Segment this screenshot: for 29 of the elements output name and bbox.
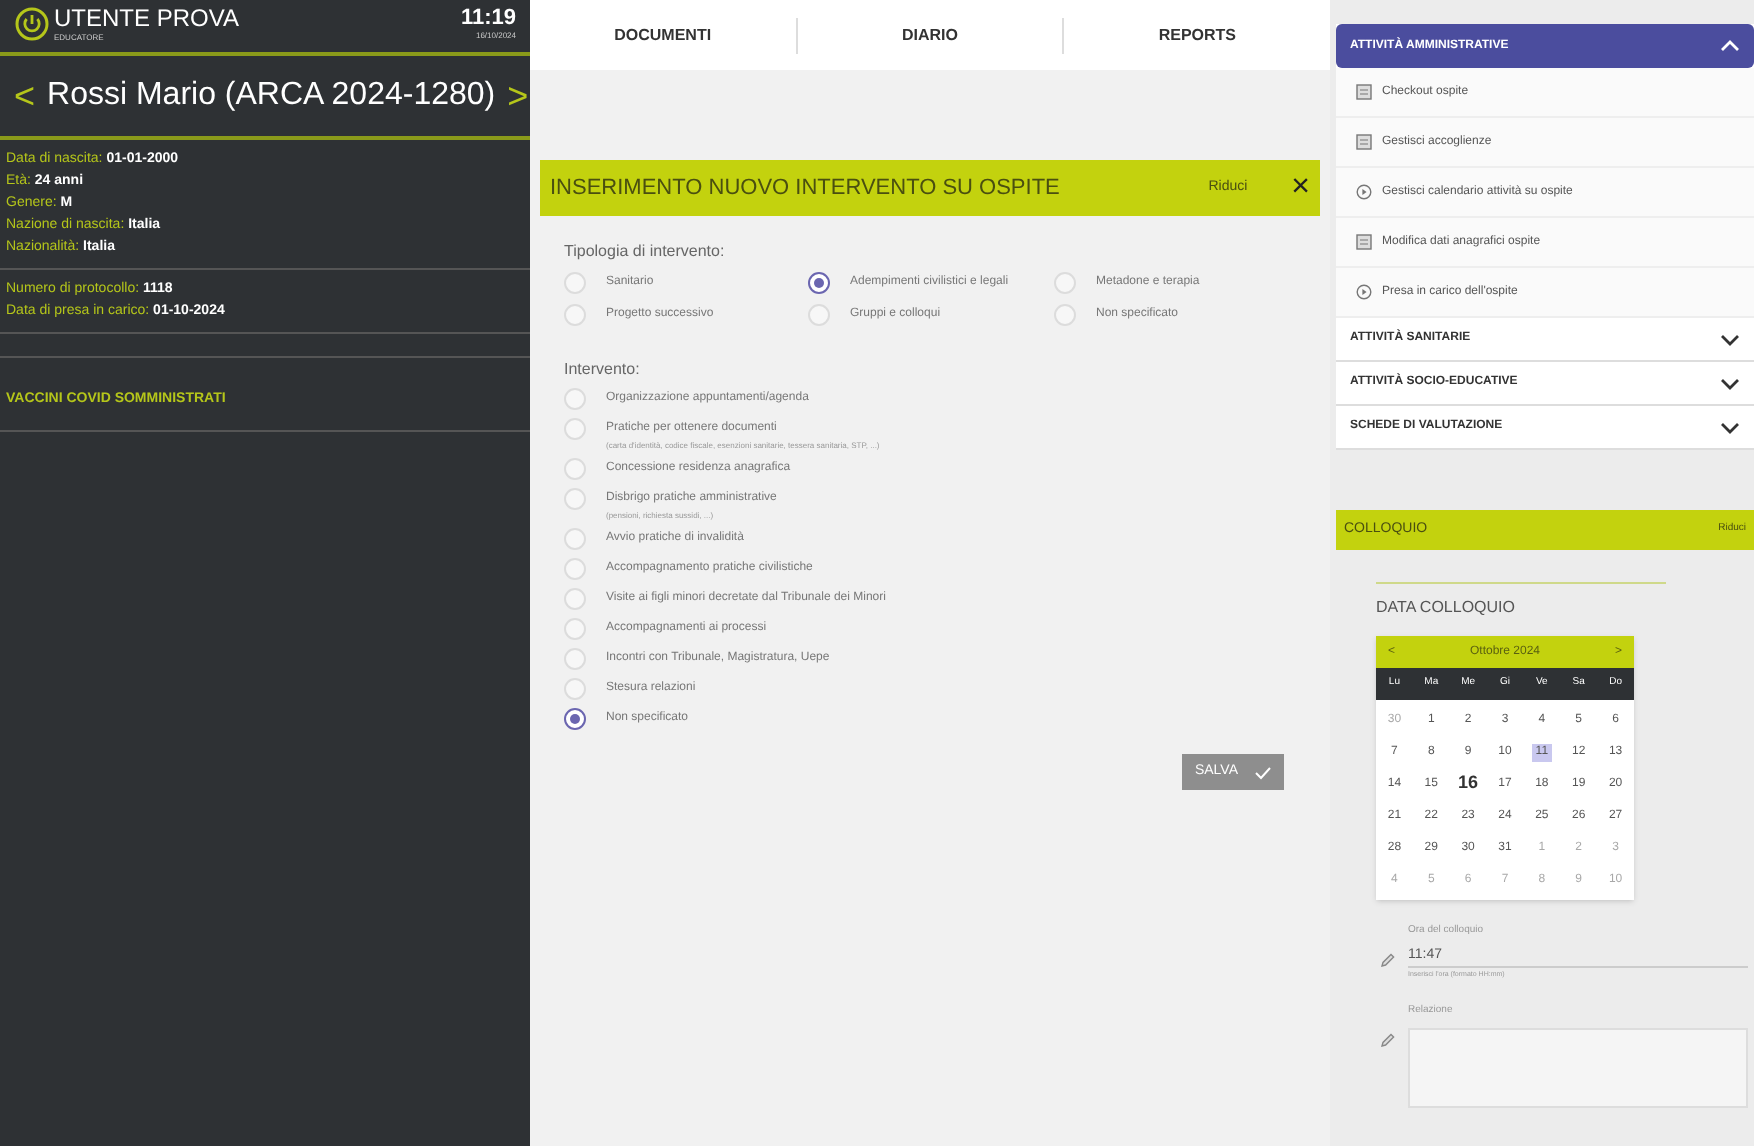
user-name: UTENTE PROVA [54,6,239,32]
radio-button[interactable] [564,708,586,730]
patient-title: Rossi Mario (ARCA 2024-1280) [47,76,496,116]
chevron-down-icon [1720,333,1740,345]
pencil-icon [1380,1032,1396,1049]
previous-patient-button[interactable]: < [14,69,36,123]
next-patient-button[interactable]: > [507,69,529,123]
form-icon [1356,234,1372,250]
play-circle-icon [1356,284,1372,300]
chevron-down-icon [1720,377,1740,389]
form-title: INSERIMENTO NUOVO INTERVENTO SU OSPITE [550,173,1060,204]
tab[interactable]: DIARIO [795,17,1063,53]
calendar-day[interactable]: 16 [1454,770,1483,798]
tab[interactable]: DOCUMENTI [530,17,796,53]
pencil-icon [1380,952,1396,968]
report-text-area[interactable] [1408,1027,1748,1108]
clock-time: 11:19 [460,6,516,30]
section-label: Tipologia di intervento: [564,240,727,264]
chevron-up-icon [1720,40,1740,52]
power-icon[interactable] [14,6,50,42]
chevron-down-icon [1720,421,1740,433]
date-label: DATA COLLOQUIO [1376,596,1517,620]
play-circle-icon [1356,184,1372,200]
section-label: Intervento: [564,358,642,382]
close-button[interactable]: × [1291,172,1310,204]
check-icon [1254,765,1272,779]
form-icon [1356,134,1372,150]
radio-button[interactable] [808,272,830,294]
form-icon [1356,84,1372,100]
